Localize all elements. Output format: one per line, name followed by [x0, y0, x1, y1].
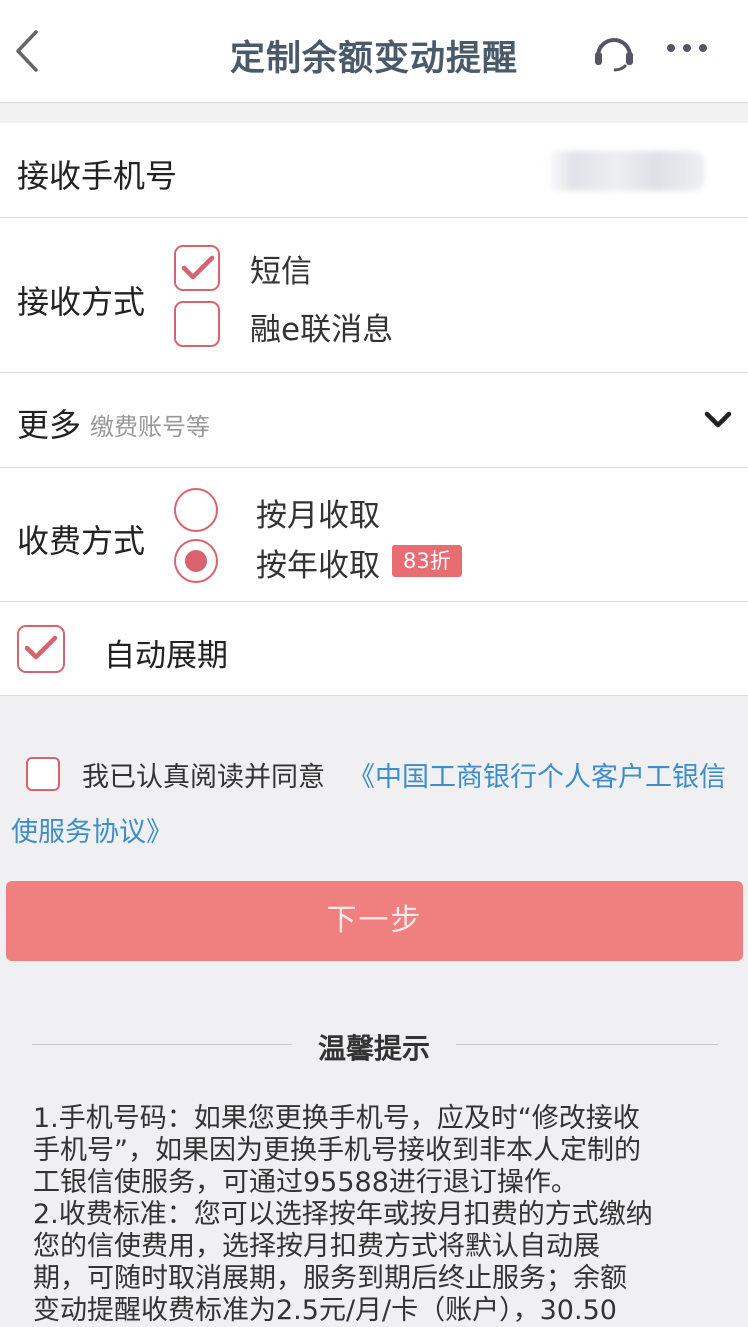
rongelian-checkbox[interactable]	[174, 301, 220, 347]
auto-renew-checkbox[interactable]	[17, 625, 65, 673]
more-label: 更多	[17, 406, 82, 444]
auto-renew-label[interactable]: 自动展期	[104, 630, 228, 675]
tips-body: 1.手机号码：如果您更换手机号，应及时“修改接收 手机号”，如果因为更换手机号接…	[33, 1103, 723, 1327]
next-step-button[interactable]: 下一步	[6, 881, 743, 961]
nav-bar: 定制余额变动提醒	[0, 0, 748, 103]
ellipsis-icon[interactable]	[665, 40, 709, 56]
divider-right	[456, 1044, 718, 1045]
receive-method-label: 接收方式	[17, 283, 146, 321]
rongelian-option-label[interactable]: 融e联消息	[250, 304, 393, 349]
tip-line: 1.手机号码：如果您更换手机号，应及时“修改接收	[33, 1103, 640, 1134]
yearly-option-label[interactable]: 按年收取	[256, 540, 380, 585]
discount-badge: 83折	[392, 545, 462, 577]
tip-line: 工银信使服务，可通过95588进行退订操作。	[33, 1167, 578, 1198]
agreement-link[interactable]: 《中国工商银行个人客户工银信	[348, 755, 726, 794]
agreement-checkbox[interactable]	[26, 757, 60, 791]
auto-renew-row: 自动展期	[0, 602, 748, 696]
check-icon	[24, 635, 58, 660]
yearly-radio[interactable]	[174, 539, 218, 583]
monthly-option-label[interactable]: 按月收取	[256, 490, 380, 535]
section-gap	[0, 103, 748, 123]
phone-row: 接收手机号	[0, 123, 748, 218]
monthly-radio[interactable]	[174, 488, 218, 532]
tip-line: 2.收费标准：您可以选择按年或按月扣费的方式缴纳	[33, 1199, 653, 1230]
radio-selected-dot	[185, 550, 207, 572]
tip-line: 您的信使费用，选择按月扣费方式将默认自动展	[33, 1231, 600, 1262]
more-options-row[interactable]: 更多 缴费账号等	[0, 373, 748, 468]
fee-method-row: 收费方式 按月收取 按年收取 83折	[0, 468, 748, 602]
tip-line: 期，可随时取消展期，服务到期后终止服务；余额	[33, 1263, 627, 1294]
tip-line: 手机号”，如果因为更换手机号接收到非本人定制的	[33, 1135, 641, 1166]
receive-method-row: 接收方式 短信 融e联消息	[0, 218, 748, 373]
more-hint: 缴费账号等	[90, 413, 210, 441]
tips-title: 温馨提示	[317, 1032, 430, 1065]
fee-method-label: 收费方式	[17, 522, 146, 560]
headset-icon[interactable]	[592, 32, 636, 72]
agreement-text: 我已认真阅读并同意	[82, 762, 325, 793]
phone-label: 接收手机号	[17, 157, 178, 195]
phone-number-blurred	[545, 151, 705, 191]
sms-option-label[interactable]: 短信	[250, 246, 312, 291]
check-icon	[181, 255, 215, 280]
sms-checkbox[interactable]	[174, 245, 220, 291]
tip-line: 变动提醒收费标准为2.5元/月/卡（账户），30.50	[33, 1295, 617, 1326]
agreement-link-continued[interactable]: 使服务协议》	[11, 810, 173, 849]
chevron-down-icon[interactable]	[704, 411, 732, 429]
